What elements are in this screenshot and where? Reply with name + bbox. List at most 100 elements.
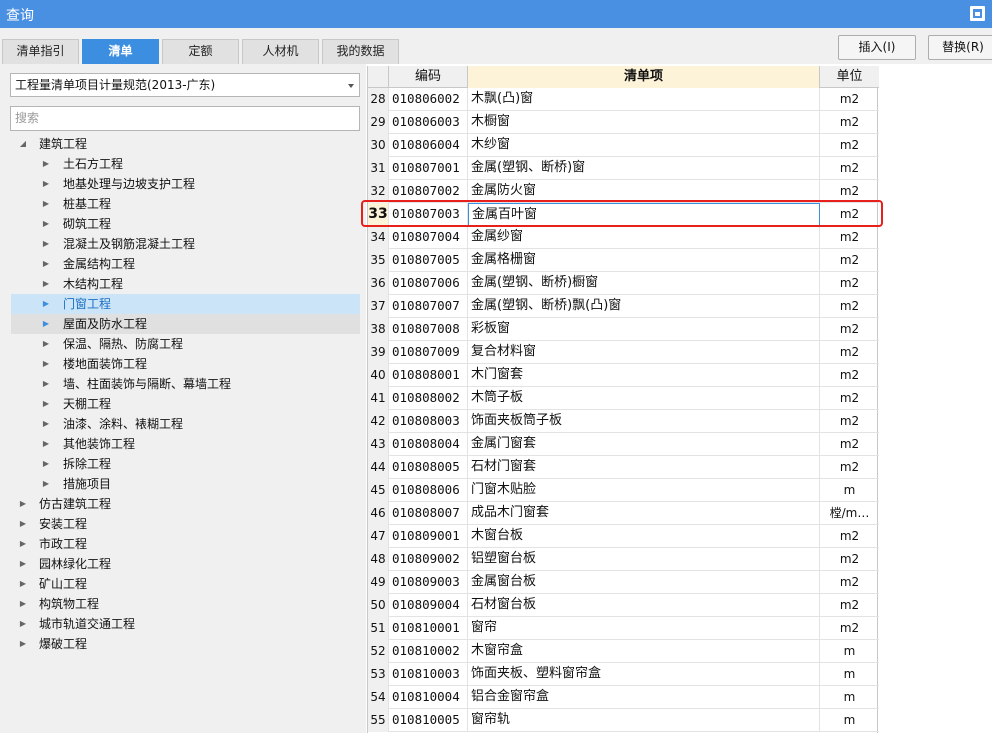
code-cell[interactable]: 010807006 <box>389 272 468 295</box>
expand-arrow-icon[interactable]: ▶ <box>41 234 51 254</box>
expand-arrow-icon[interactable]: ▶ <box>41 414 51 434</box>
table-row[interactable]: 52 010810002 木窗帘盒 m <box>368 640 879 663</box>
code-cell[interactable]: 010808006 <box>389 479 468 502</box>
expand-arrow-icon[interactable]: ▶ <box>41 394 51 414</box>
expand-arrow-icon[interactable]: ▶ <box>41 294 51 314</box>
row-number[interactable]: 31 <box>368 157 389 180</box>
item-cell[interactable]: 金属格栅窗 <box>468 249 820 272</box>
code-cell[interactable]: 010808002 <box>389 387 468 410</box>
tree-item[interactable]: ▶ 楼地面装饰工程 <box>0 354 366 374</box>
tree-item[interactable]: ▶ 矿山工程 <box>0 574 366 594</box>
tree-item[interactable]: ▶ 油漆、涂料、裱糊工程 <box>0 414 366 434</box>
item-cell[interactable]: 木窗帘盒 <box>468 640 820 663</box>
row-number[interactable]: 34 <box>368 226 389 249</box>
expand-arrow-icon[interactable]: ▶ <box>18 514 28 534</box>
row-number[interactable]: 37 <box>368 295 389 318</box>
table-row[interactable]: 45 010808006 门窗木贴脸 m <box>368 479 879 502</box>
code-cell[interactable]: 010808005 <box>389 456 468 479</box>
table-row[interactable]: 50 010809004 石材窗台板 m2 <box>368 594 879 617</box>
tree-item[interactable]: ▶ 仿古建筑工程 <box>0 494 366 514</box>
tree-item[interactable]: ▶ 爆破工程 <box>0 634 366 654</box>
tree-item[interactable]: ▶ 土石方工程 <box>0 154 366 174</box>
item-cell[interactable]: 门窗木贴脸 <box>468 479 820 502</box>
item-cell[interactable]: 复合材料窗 <box>468 341 820 364</box>
item-cell[interactable]: 窗帘轨 <box>468 709 820 732</box>
row-number[interactable]: 46 <box>368 502 389 525</box>
unit-cell[interactable]: m2 <box>820 157 879 180</box>
expand-arrow-icon[interactable]: ▶ <box>41 434 51 454</box>
code-cell[interactable]: 010808004 <box>389 433 468 456</box>
table-row[interactable]: 46 010808007 成品木门窗套 樘/m… <box>368 502 879 525</box>
tree-item[interactable]: ▶ 混凝土及钢筋混凝土工程 <box>0 234 366 254</box>
code-cell[interactable]: 010806002 <box>389 88 468 111</box>
tree-item[interactable]: ▶ 地基处理与边坡支护工程 <box>0 174 366 194</box>
table-row[interactable]: 48 010809002 铝塑窗台板 m2 <box>368 548 879 571</box>
tab-guide[interactable]: 清单指引 <box>2 39 79 64</box>
row-number[interactable]: 49 <box>368 571 389 594</box>
code-cell[interactable]: 010809003 <box>389 571 468 594</box>
item-cell[interactable]: 石材窗台板 <box>468 594 820 617</box>
expand-arrow-icon[interactable]: ▶ <box>41 374 51 394</box>
row-number[interactable]: 43 <box>368 433 389 456</box>
row-number[interactable]: 55 <box>368 709 389 732</box>
table-row[interactable]: 51 010810001 窗帘 m2 <box>368 617 879 640</box>
header-item[interactable]: 清单项 <box>468 66 820 88</box>
item-cell[interactable]: 金属纱窗 <box>468 226 820 249</box>
table-row[interactable]: 29 010806003 木橱窗 m2 <box>368 111 879 134</box>
expand-arrow-icon[interactable]: ▶ <box>41 154 51 174</box>
search-input[interactable]: 搜索 <box>10 106 360 131</box>
table-row[interactable]: 39 010807009 复合材料窗 m2 <box>368 341 879 364</box>
unit-cell[interactable]: m2 <box>820 617 879 640</box>
expand-arrow-icon[interactable]: ▶ <box>41 254 51 274</box>
unit-cell[interactable]: m2 <box>820 410 879 433</box>
code-cell[interactable]: 010808007 <box>389 502 468 525</box>
table-row[interactable]: 34 010807004 金属纱窗 m2 <box>368 226 879 249</box>
tree-item[interactable]: ▶ 天棚工程 <box>0 394 366 414</box>
unit-cell[interactable]: m2 <box>820 272 879 295</box>
tab-quota[interactable]: 定额 <box>162 39 239 64</box>
tree-item[interactable]: ▶ 砌筑工程 <box>0 214 366 234</box>
expand-arrow-icon[interactable]: ▶ <box>41 314 51 334</box>
row-number[interactable]: 39 <box>368 341 389 364</box>
header-code[interactable]: 编码 <box>389 66 468 88</box>
item-cell[interactable]: 木纱窗 <box>468 134 820 157</box>
item-cell[interactable]: 窗帘 <box>468 617 820 640</box>
unit-cell[interactable]: 樘/m… <box>820 502 879 525</box>
row-number[interactable]: 29 <box>368 111 389 134</box>
tree-item[interactable]: ▶ 金属结构工程 <box>0 254 366 274</box>
unit-cell[interactable]: m <box>820 640 879 663</box>
code-cell[interactable]: 010810004 <box>389 686 468 709</box>
expand-arrow-icon[interactable]: ▶ <box>41 194 51 214</box>
row-number[interactable]: 42 <box>368 410 389 433</box>
code-cell[interactable]: 010810002 <box>389 640 468 663</box>
code-cell[interactable]: 010806003 <box>389 111 468 134</box>
unit-cell[interactable]: m2 <box>820 387 879 410</box>
expand-arrow-icon[interactable]: ▶ <box>18 634 28 654</box>
row-number[interactable]: 54 <box>368 686 389 709</box>
row-number[interactable]: 45 <box>368 479 389 502</box>
expand-arrow-icon[interactable]: ▶ <box>41 214 51 234</box>
unit-cell[interactable]: m <box>820 479 879 502</box>
item-cell[interactable]: 金属门窗套 <box>468 433 820 456</box>
unit-cell[interactable]: m2 <box>820 318 879 341</box>
row-number[interactable]: 41 <box>368 387 389 410</box>
standard-select[interactable]: 工程量清单项目计量规范(2013-广东) <box>10 73 360 97</box>
code-cell[interactable]: 010807004 <box>389 226 468 249</box>
header-unit[interactable]: 单位 <box>820 66 879 88</box>
table-row[interactable]: 41 010808002 木筒子板 m2 <box>368 387 879 410</box>
table-row[interactable]: 28 010806002 木飘(凸)窗 m2 <box>368 88 879 111</box>
item-cell[interactable]: 铝塑窗台板 <box>468 548 820 571</box>
expand-arrow-icon[interactable]: ▶ <box>18 534 28 554</box>
row-number[interactable]: 44 <box>368 456 389 479</box>
item-cell[interactable]: 木窗台板 <box>468 525 820 548</box>
unit-cell[interactable]: m2 <box>820 226 879 249</box>
item-cell[interactable]: 木飘(凸)窗 <box>468 88 820 111</box>
replace-button[interactable]: 替换(R) <box>928 35 992 60</box>
table-row[interactable]: 44 010808005 石材门窗套 m2 <box>368 456 879 479</box>
table-row[interactable]: 42 010808003 饰面夹板筒子板 m2 <box>368 410 879 433</box>
unit-cell[interactable]: m2 <box>820 341 879 364</box>
row-number[interactable]: 51 <box>368 617 389 640</box>
row-number[interactable]: 36 <box>368 272 389 295</box>
code-cell[interactable]: 010808001 <box>389 364 468 387</box>
code-cell[interactable]: 010807007 <box>389 295 468 318</box>
